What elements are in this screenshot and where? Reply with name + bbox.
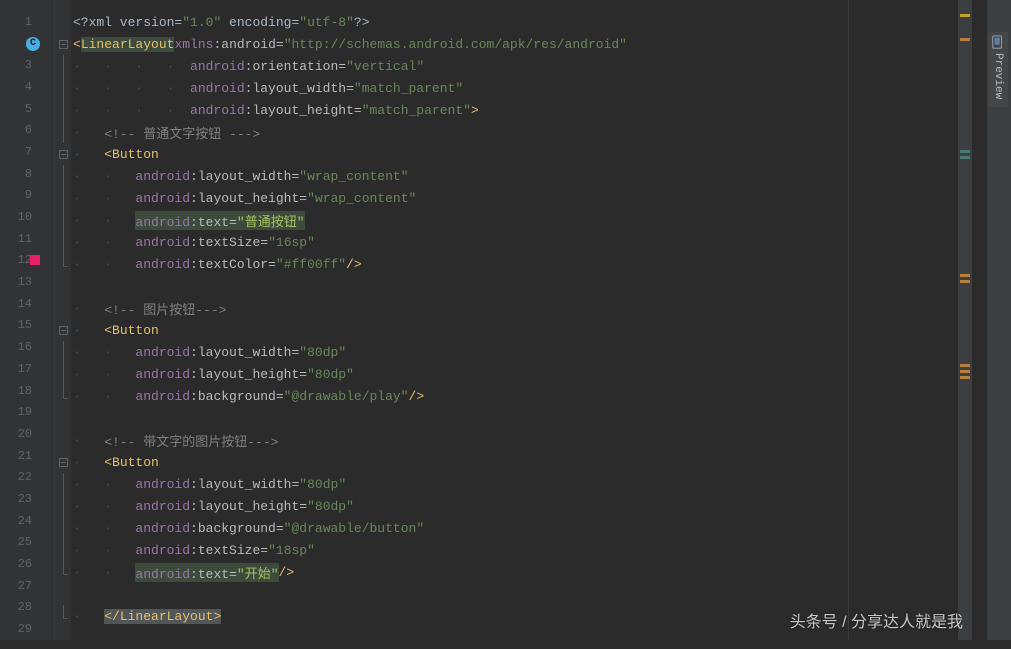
preview-tab[interactable]: Preview [988,32,1008,107]
code-line: · · android:textSize="18sp" [71,539,958,561]
line-num: 8 [25,167,54,181]
fold-toggle-icon[interactable] [59,40,68,49]
fold-column [55,0,71,640]
code-line: · <!-- 普通文字按钮 ---> [71,121,958,143]
code-line: · · android:textColor="#ff00ff"/> [71,253,958,275]
code-line: · <Button [71,143,958,165]
line-num: 29 [18,622,54,636]
warning-marker[interactable] [960,370,970,373]
line-num: 7 [25,145,54,159]
vertical-scrollbar[interactable] [958,0,972,640]
code-editor[interactable]: <?xml version="1.0" encoding="utf-8"?> <… [71,0,958,640]
color-swatch-icon[interactable] [30,255,40,265]
warning-marker[interactable] [960,376,970,379]
code-line [71,275,958,297]
line-num: 10 [18,210,54,224]
line-num: 26 [18,557,54,571]
code-line [71,407,958,429]
warning-marker[interactable] [960,38,970,41]
code-line: · <!-- 带文字的图片按钮---> [71,429,958,451]
line-num: 27 [18,579,54,593]
code-line: · <Button [71,451,958,473]
line-num: 25 [18,535,54,549]
editor-area: 1 2C 3 4 5 6 7 8 9 10 11 12 13 14 15 16 … [0,0,972,640]
code-line: · · · · android:layout_height="match_par… [71,99,958,121]
code-line: · · · · android:layout_width="match_pare… [71,77,958,99]
line-num: 14 [18,297,54,311]
info-marker[interactable] [960,156,970,159]
code-line: · <!-- 图片按钮---> [71,297,958,319]
warning-marker[interactable] [960,14,970,17]
code-line: · · android:background="@drawable/play" … [71,385,958,407]
line-num: 13 [18,275,54,289]
line-num: 21 [18,449,54,463]
code-line: · · android:layout_height="80dp" [71,495,958,517]
code-line: <?xml version="1.0" encoding="utf-8"?> [71,11,958,33]
line-num: 4 [25,80,54,94]
line-num: 11 [18,232,54,246]
line-num: 23 [18,492,54,506]
code-line: · · · · android:orientation="vertical" [71,55,958,77]
watermark-text: 头条号 / 分享达人就是我 [790,608,963,632]
line-num: 9 [25,188,54,202]
line-num: 15 [18,318,54,332]
code-line [71,583,958,605]
line-num: 6 [25,123,54,137]
code-line: <LinearLayout xmlns:android="http://sche… [71,33,958,55]
line-num: 1 [25,15,54,29]
line-num: 20 [18,427,54,441]
line-num: 19 [18,405,54,419]
info-marker[interactable] [960,150,970,153]
right-margin-line [848,0,849,640]
code-line: · · android:layout_width="wrap_content" [71,165,958,187]
line-number-gutter: 1 2C 3 4 5 6 7 8 9 10 11 12 13 14 15 16 … [0,0,55,640]
code-line: · · android:text="开始"/> [71,561,958,583]
line-num: 22 [18,470,54,484]
code-line: · <Button [71,319,958,341]
preview-label: Preview [992,53,1004,99]
line-num: 16 [18,340,54,354]
code-line: · · android:textSize="16sp" [71,231,958,253]
fold-toggle-icon[interactable] [59,150,68,159]
line-num: 28 [18,600,54,614]
line-num: 17 [18,362,54,376]
code-line: · · android:layout_height="wrap_content" [71,187,958,209]
class-icon[interactable]: C [26,37,40,51]
fold-toggle-icon[interactable] [59,326,68,335]
code-line: · · android:text="普通按钮" [71,209,958,231]
line-num: 5 [25,102,54,116]
fold-toggle-icon[interactable] [59,458,68,467]
code-line: · · android:background="@drawable/button… [71,517,958,539]
preview-icon [991,35,1005,49]
code-line: · · android:layout_height="80dp" [71,363,958,385]
line-num: 24 [18,514,54,528]
warning-marker[interactable] [960,364,970,367]
line-num: 3 [25,58,54,72]
code-line: · · android:layout_width="80dp" [71,473,958,495]
code-line: · · android:layout_width="80dp" [71,341,958,363]
line-num: 18 [18,384,54,398]
warning-marker[interactable] [960,280,970,283]
side-tool-panel: Preview [986,0,1011,640]
warning-marker[interactable] [960,274,970,277]
